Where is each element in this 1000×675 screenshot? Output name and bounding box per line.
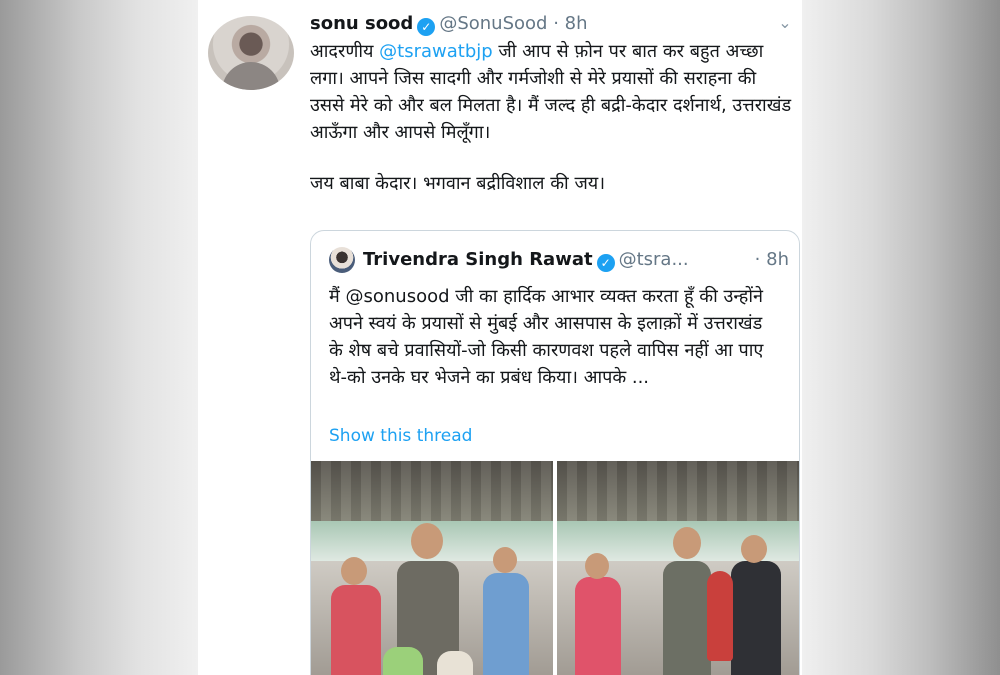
photo-person-head <box>493 547 517 573</box>
photo-person-head <box>341 557 367 585</box>
quoted-tweet[interactable]: Trivendra Singh Rawat ✓ @tsra... · 8h मैं … <box>310 230 800 675</box>
avatar-figure <box>222 62 280 90</box>
author-avatar[interactable] <box>208 16 294 90</box>
mention-link[interactable]: @tsrawatbjp <box>379 41 493 62</box>
tweet-time[interactable]: 8h <box>565 13 588 34</box>
photo-person <box>437 651 473 675</box>
verified-badge-icon: ✓ <box>417 18 436 36</box>
chevron-down-icon[interactable]: ⌄ <box>774 12 796 34</box>
background-right <box>802 0 1000 675</box>
quoted-author-avatar[interactable] <box>329 247 355 273</box>
show-thread-link[interactable]: Show this thread <box>329 423 472 449</box>
quoted-tweet-time-group: · 8h <box>755 245 789 275</box>
quoted-tweet-header: Trivendra Singh Rawat ✓ @tsra... · 8h <box>329 245 789 275</box>
photo-person-head <box>741 535 767 563</box>
photo-person <box>331 585 381 675</box>
quoted-author-handle[interactable]: @tsra... <box>619 249 689 270</box>
photo-person <box>731 561 781 675</box>
quoted-author-name[interactable]: Trivendra Singh Rawat <box>363 249 593 270</box>
photo-person-head <box>411 523 443 559</box>
quoted-photo-2[interactable] <box>557 461 799 675</box>
tweet-text-prefix: आदरणीय <box>310 41 380 62</box>
background-left <box>0 0 198 675</box>
photo-person <box>663 561 711 675</box>
tweet-header: sonu sood ✓ @SonuSood · 8h <box>310 10 790 38</box>
quoted-separator-dot: · <box>754 249 761 270</box>
quoted-tweet-time[interactable]: 8h <box>766 249 789 270</box>
quoted-photo-1[interactable] <box>311 461 553 675</box>
photo-person <box>483 573 529 675</box>
tweet-text: आदरणीय @tsrawatbjp जी आप से फ़ोन पर बात … <box>310 38 796 197</box>
photo-person <box>575 577 621 675</box>
photo-person-head <box>673 527 701 559</box>
photo-person <box>707 571 733 661</box>
author-handle[interactable]: @SonuSood <box>439 13 547 34</box>
tweet-card[interactable]: sonu sood ✓ @SonuSood · 8h ⌄ आदरणीय @tsraw… <box>198 0 802 675</box>
separator-dot: · <box>553 13 559 34</box>
photo-person <box>383 647 423 675</box>
author-name[interactable]: sonu sood <box>310 13 413 34</box>
quoted-tweet-text: मैं @sonusood जी का हार्दिक आभार व्यक्त … <box>329 286 764 388</box>
tweet-text-closing: जय बाबा केदार। भगवान बद्रीविशाल की जय। <box>310 173 606 194</box>
photo-person-head <box>585 553 609 579</box>
verified-badge-icon: ✓ <box>596 254 615 272</box>
